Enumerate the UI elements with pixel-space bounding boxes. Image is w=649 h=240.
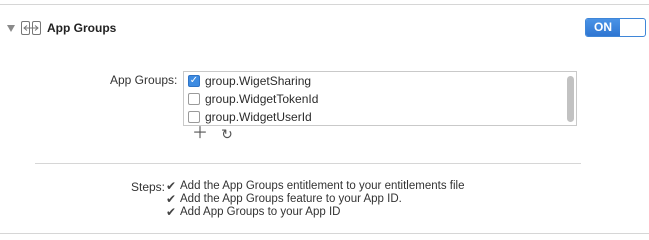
group-name: group.WigetSharing <box>205 74 312 88</box>
list-item[interactable]: group.WidgetTokenId <box>184 90 576 108</box>
list-item[interactable]: group.WigetSharing <box>184 72 576 90</box>
refresh-icon[interactable]: ↻ <box>220 126 234 142</box>
step-item: ✔ Add App Groups to your App ID <box>166 206 464 219</box>
bottom-divider <box>0 233 649 234</box>
steps-divider <box>35 163 581 164</box>
group-checkbox[interactable] <box>188 93 200 105</box>
group-checkbox[interactable] <box>188 111 200 123</box>
step-text: Add the App Groups entitlement to your e… <box>180 180 465 192</box>
step-item: ✔ Add the App Groups feature to your App… <box>166 193 464 206</box>
section-title: App Groups <box>47 21 117 35</box>
top-divider <box>0 4 649 5</box>
toggle-on-label: ON <box>586 19 620 36</box>
list-item[interactable]: group.WidgetUserId <box>184 108 576 125</box>
app-groups-list[interactable]: group.WigetSharing group.WidgetTokenId g… <box>183 71 577 126</box>
step-text: Add the App Groups feature to your App I… <box>180 193 402 205</box>
app-groups-label: App Groups: <box>110 73 178 87</box>
group-name: group.WidgetUserId <box>205 110 312 124</box>
section-header: App Groups <box>7 18 116 38</box>
steps-label: Steps: <box>131 180 166 194</box>
disclosure-triangle-icon[interactable] <box>7 24 15 32</box>
checkmark-icon: ✔ <box>166 205 177 219</box>
step-item: ✔ Add the App Groups entitlement to your… <box>166 180 464 193</box>
app-groups-icon <box>21 21 41 35</box>
list-scrollbar[interactable] <box>567 76 574 122</box>
group-name: group.WidgetTokenId <box>205 92 319 106</box>
group-checkbox[interactable] <box>188 75 200 87</box>
plus-icon[interactable]: ＋ <box>192 126 208 142</box>
capability-toggle[interactable]: ON <box>585 18 646 37</box>
steps-list: ✔ Add the App Groups entitlement to your… <box>166 180 464 219</box>
list-actions: ＋ ↻ <box>192 126 234 143</box>
step-text: Add App Groups to your App ID <box>180 206 341 218</box>
